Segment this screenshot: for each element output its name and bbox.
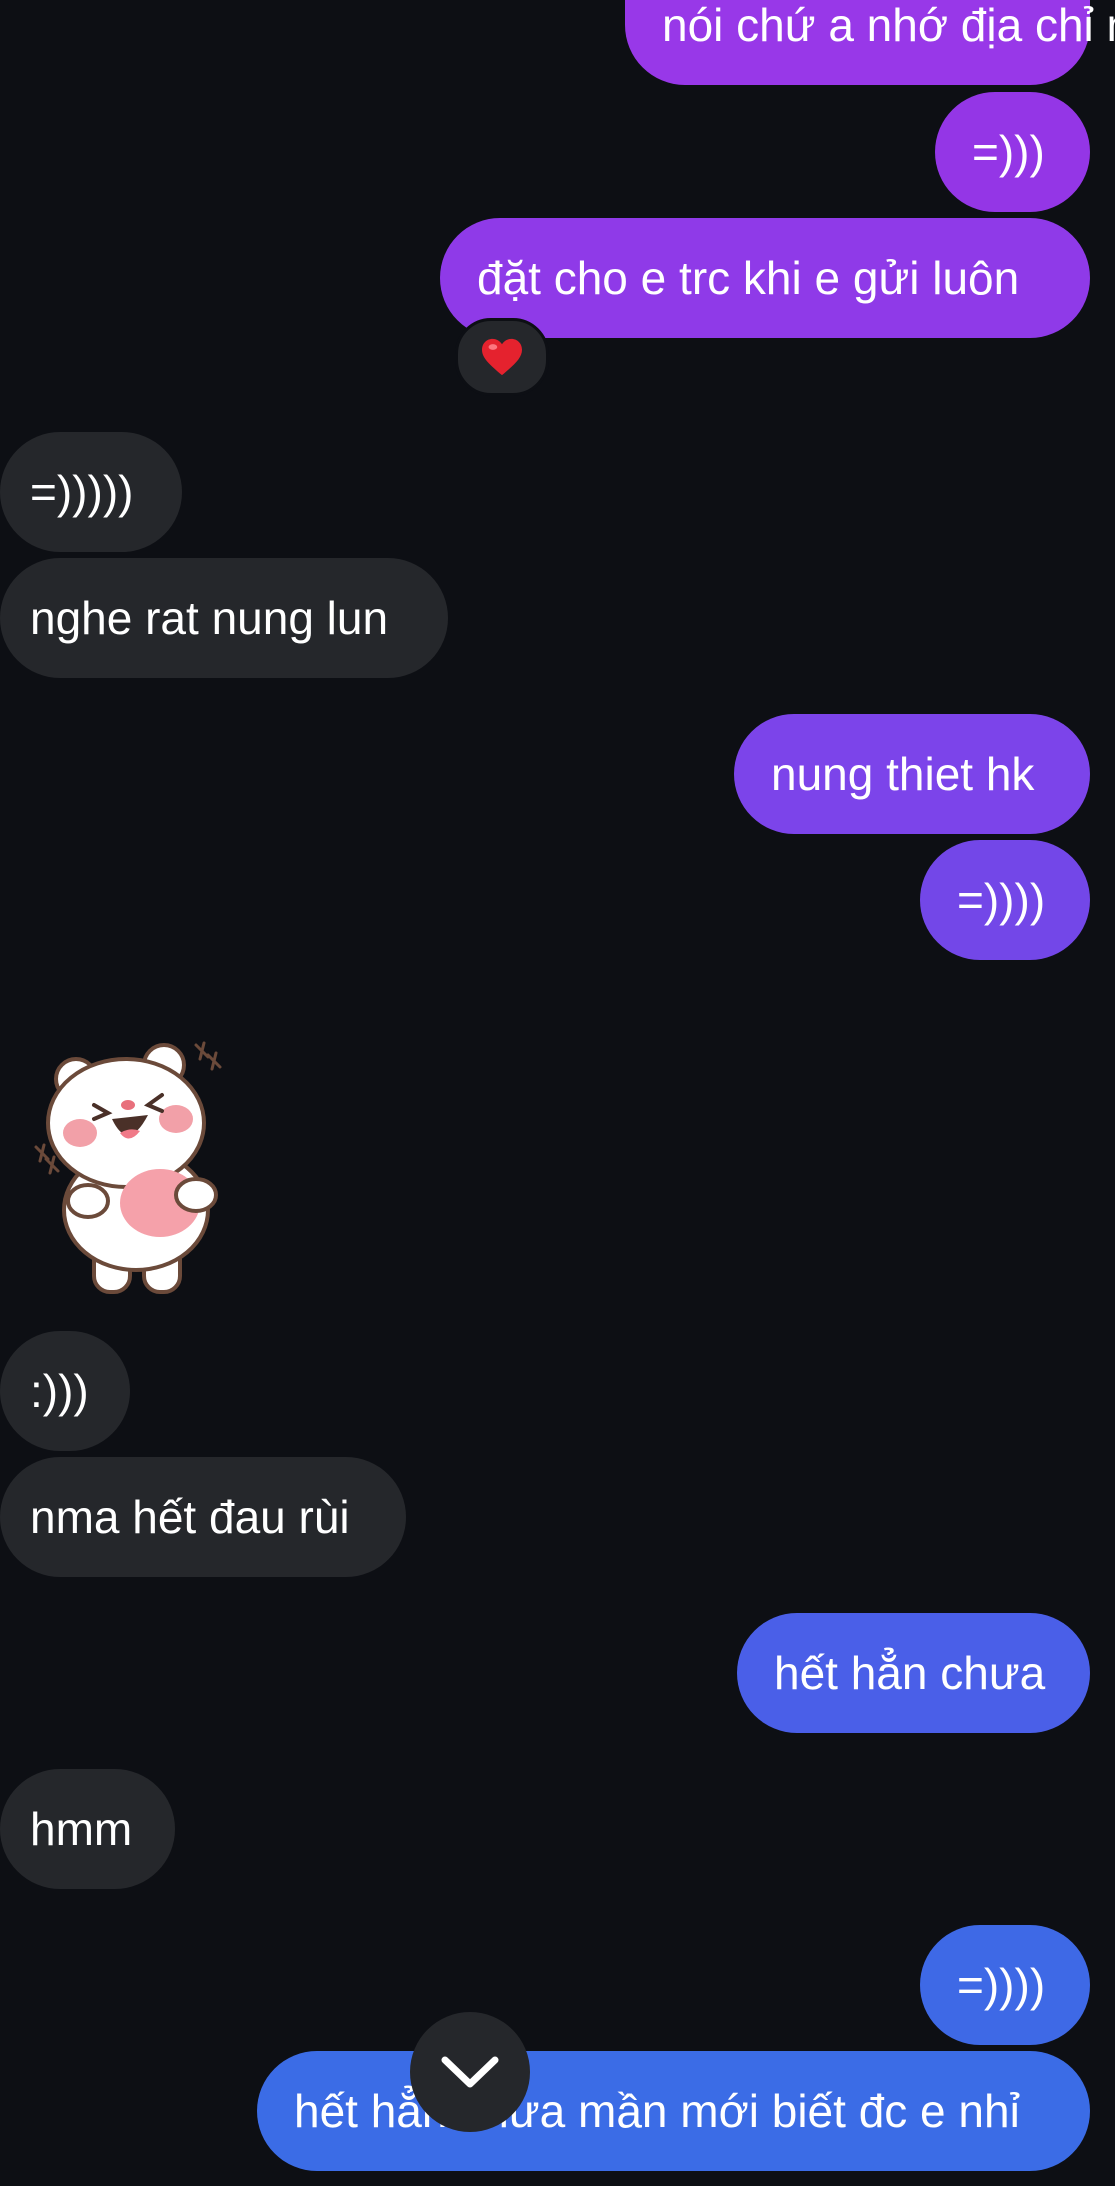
message-bubble-received[interactable]: hmm bbox=[0, 1769, 175, 1889]
scroll-to-bottom-button[interactable] bbox=[410, 2012, 530, 2132]
message-bubble-sent[interactable]: nói chứ a nhớ địa chỉ mà bbox=[625, 0, 1115, 85]
message-text: đặt cho e trc khi e gửi luôn bbox=[477, 252, 1020, 304]
message-bubble-received[interactable]: =))))) bbox=[0, 432, 182, 552]
message-text: =))))) bbox=[30, 466, 134, 518]
message-bubble-sent[interactable]: đặt cho e trc khi e gửi luôn bbox=[440, 218, 1090, 338]
message-text: nma hết đau rùi bbox=[30, 1491, 350, 1543]
message-text: hmm bbox=[30, 1803, 133, 1855]
message-text: hết hẳn chưa mần mới biết đc e nhỉ bbox=[294, 2085, 1020, 2137]
heart-reaction[interactable] bbox=[455, 318, 549, 396]
message-bubble-sent[interactable]: =)))) bbox=[920, 1925, 1090, 2045]
message-bubble-received[interactable]: :))) bbox=[0, 1331, 130, 1451]
message-bubble-received[interactable]: nghe rat nung lun bbox=[0, 558, 448, 678]
message-text: nói chứ a nhớ địa chỉ mà bbox=[662, 0, 1115, 51]
message-text: =)))) bbox=[957, 874, 1046, 926]
message-text: nung thiet hk bbox=[771, 748, 1035, 800]
message-text: hết hẳn chưa bbox=[774, 1647, 1046, 1699]
message-bubble-sent[interactable]: hết hẳn chưa bbox=[737, 1613, 1090, 1733]
white-bear-laughing-sticker[interactable] bbox=[28, 1035, 238, 1305]
message-bubble-sent[interactable]: nung thiet hk bbox=[734, 714, 1090, 834]
message-bubble-received[interactable]: nma hết đau rùi bbox=[0, 1457, 406, 1577]
message-text: nghe rat nung lun bbox=[30, 592, 389, 644]
message-bubble-sent[interactable]: =)))) bbox=[920, 840, 1090, 960]
message-text: =)))) bbox=[957, 1959, 1046, 2011]
chevron-down-icon bbox=[441, 2056, 499, 2088]
message-bubble-sent[interactable]: hết hẳn chưa mần mới biết đc e nhỉ bbox=[257, 2051, 1090, 2171]
message-text: :))) bbox=[30, 1365, 89, 1417]
message-bubble-sent[interactable]: =))) bbox=[935, 92, 1090, 212]
heart-icon bbox=[482, 338, 522, 376]
chat-thread: nói chứ a nhớ địa chỉ mà =))) đặt cho e … bbox=[0, 0, 1115, 2186]
message-text: =))) bbox=[972, 126, 1045, 178]
